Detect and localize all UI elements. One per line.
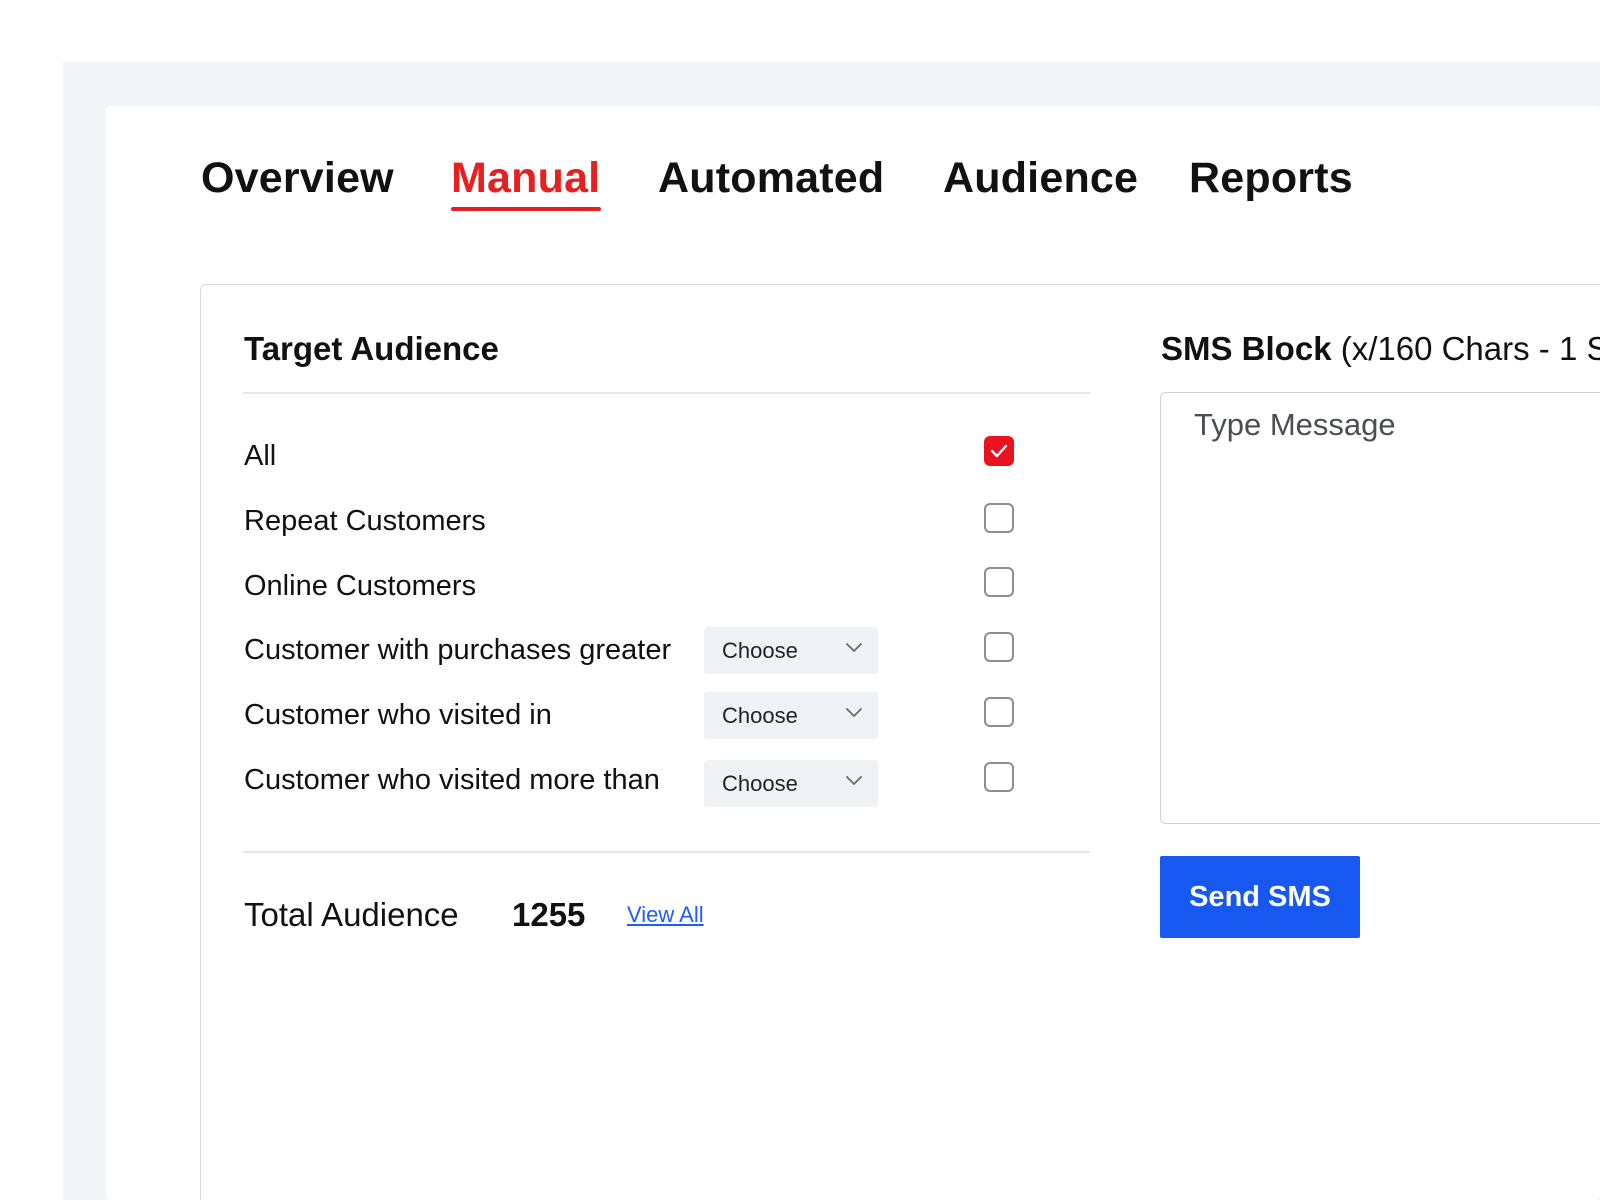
sms-message-input[interactable]: Type Message — [1160, 392, 1600, 824]
sms-block-char-count: (x/160 Chars - 1 S — [1331, 330, 1600, 367]
tab-automated[interactable]: Automated — [658, 154, 884, 203]
audience-label-visited-in: Customer who visited in — [244, 699, 552, 731]
chevron-down-icon — [846, 708, 862, 717]
sms-block-title-bold: SMS Block — [1161, 330, 1332, 367]
total-audience-label: Total Audience — [244, 896, 459, 933]
total-audience-count: 1255 — [512, 896, 586, 933]
tab-reports[interactable]: Reports — [1189, 154, 1353, 203]
visited-in-select[interactable]: Choose — [704, 692, 878, 739]
send-sms-button[interactable]: Send SMS — [1160, 856, 1360, 938]
audience-label-visited-more-than: Customer who visited more than — [244, 764, 660, 796]
audience-label-all: All — [244, 440, 277, 472]
select-value: Choose — [722, 771, 798, 796]
active-tab-indicator — [451, 207, 601, 211]
select-value: Choose — [722, 703, 798, 728]
select-value: Choose — [722, 638, 798, 663]
tab-overview[interactable]: Overview — [201, 154, 394, 203]
audience-label-repeat-customers: Repeat Customers — [244, 505, 486, 537]
audience-label-online-customers: Online Customers — [244, 570, 477, 602]
audience-checkbox-purchases-greater[interactable] — [984, 632, 1014, 662]
chevron-down-icon — [846, 776, 862, 785]
audience-checkbox-repeat-customers[interactable] — [984, 503, 1014, 533]
chevron-down-icon — [846, 643, 862, 652]
target-audience-title: Target Audience — [244, 330, 499, 367]
tab-audience[interactable]: Audience — [943, 154, 1138, 203]
tab-manual[interactable]: Manual — [451, 154, 600, 203]
view-all-link[interactable]: View All — [627, 902, 704, 928]
check-icon — [990, 444, 1008, 458]
audience-checkbox-visited-more-than[interactable] — [984, 762, 1014, 792]
divider — [243, 392, 1090, 394]
purchases-greater-select[interactable]: Choose — [704, 627, 878, 674]
divider — [243, 851, 1090, 853]
audience-checkbox-online-customers[interactable] — [984, 567, 1014, 597]
audience-checkbox-all[interactable] — [984, 436, 1014, 466]
audience-checkbox-visited-in[interactable] — [984, 697, 1014, 727]
sms-message-placeholder: Type Message — [1194, 407, 1396, 442]
audience-label-purchases-greater: Customer with purchases greater — [244, 634, 672, 666]
sms-block-title: SMS Block (x/160 Chars - 1 S — [1161, 330, 1600, 368]
visited-more-than-select[interactable]: Choose — [704, 760, 878, 807]
